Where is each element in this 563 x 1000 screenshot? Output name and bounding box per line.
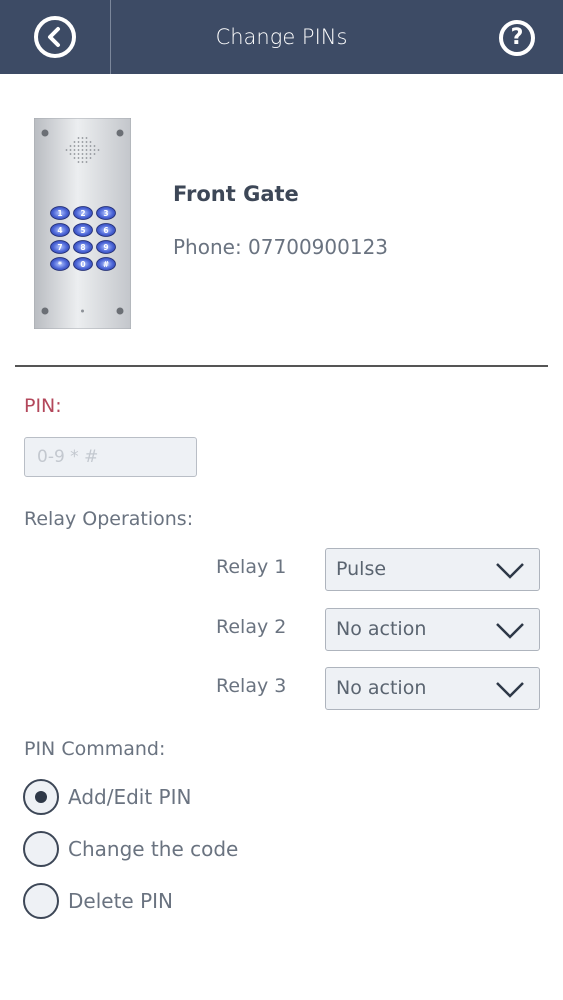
chevron-down-icon (496, 623, 524, 639)
intercom-panel-image: 1 2 3 4 5 6 7 8 9 * 0 # (33, 117, 132, 330)
relay-2-value: No action (336, 618, 427, 640)
relay-operations-label: Relay Operations: (24, 508, 194, 530)
keypad-key-label: 4 (57, 226, 62, 235)
relay-1-value: Pulse (336, 558, 387, 580)
relay-2-label: Relay 2 (216, 616, 287, 638)
keypad-key-label: 8 (80, 243, 85, 252)
keypad-key-label: 9 (103, 243, 108, 252)
pin-label: PIN: (24, 395, 62, 417)
radio-change-the-code[interactable]: Change the code (23, 831, 238, 867)
radio-button[interactable] (23, 779, 59, 815)
radio-add-edit-pin[interactable]: Add/Edit PIN (23, 779, 191, 815)
chevron-down-icon (496, 563, 524, 579)
relay-2-select[interactable]: No action (325, 608, 540, 651)
top-bar: Change PINs ? (0, 0, 563, 74)
device-phone: Phone: 07700900123 (173, 235, 389, 259)
keypad-key-label: * (58, 260, 62, 269)
radio-label: Add/Edit PIN (68, 785, 192, 809)
keypad-key-label: 3 (103, 209, 108, 218)
keypad-key-label: 1 (57, 209, 62, 218)
relay-1-select[interactable]: Pulse (325, 548, 540, 591)
question-circle-icon: ? (499, 20, 535, 56)
keypad-key-label: 5 (80, 226, 85, 235)
radio-button[interactable] (23, 831, 59, 867)
pin-input[interactable] (24, 437, 197, 477)
device-name: Front Gate (173, 182, 299, 206)
radio-delete-pin[interactable]: Delete PIN (23, 883, 173, 919)
keypad-key-label: # (103, 260, 109, 269)
pin-command-label: PIN Command: (24, 738, 166, 760)
keypad-key-label: 7 (57, 243, 62, 252)
chevron-left-circle-icon (34, 16, 76, 58)
relay-3-label: Relay 3 (216, 675, 287, 697)
section-divider (15, 365, 548, 367)
keypad-key-label: 6 (103, 226, 108, 235)
radio-button[interactable] (23, 883, 59, 919)
chevron-down-icon (496, 682, 524, 698)
radio-label: Delete PIN (68, 889, 173, 913)
back-button[interactable] (0, 0, 111, 74)
help-button[interactable]: ? (492, 17, 542, 59)
keypad-key-label: 0 (80, 260, 85, 269)
relay-3-value: No action (336, 677, 427, 699)
keypad-key-label: 2 (80, 209, 85, 218)
radio-selected-dot (35, 791, 47, 803)
relay-3-select[interactable]: No action (325, 667, 540, 710)
relay-1-label: Relay 1 (216, 556, 287, 578)
radio-label: Change the code (68, 837, 239, 861)
page-title: Change PINs (215, 25, 348, 49)
